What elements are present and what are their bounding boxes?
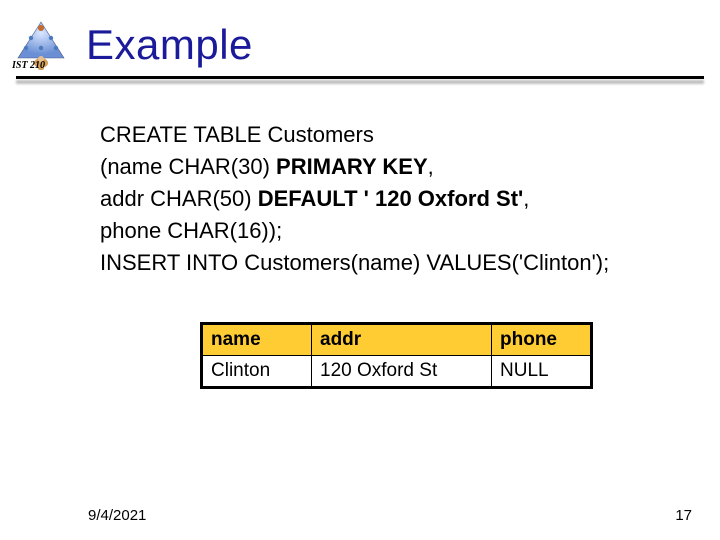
th-phone: phone [492,324,592,356]
result-table-wrap: name addr phone Clinton 120 Oxford St NU… [200,322,720,389]
td-addr: 120 Oxford St [312,356,492,388]
slide-title: Example [86,21,253,69]
sql-line-2a: (name CHAR(30) [100,154,276,179]
sql-line-3b: DEFAULT ' 120 Oxford St' [258,186,524,211]
sql-line-5: INSERT INTO Customers(name) VALUES('Clin… [100,247,720,279]
td-name: Clinton [202,356,312,388]
sql-line-1: CREATE TABLE Customers [100,119,720,151]
th-name: name [202,324,312,356]
table-row: Clinton 120 Oxford St NULL [202,356,592,388]
sql-line-2c: , [428,154,434,179]
title-rule [16,76,704,79]
slide-footer: 9/4/2021 17 [0,507,720,524]
sql-content: CREATE TABLE Customers (name CHAR(30) PR… [0,79,720,278]
sql-line-3: addr CHAR(50) DEFAULT ' 120 Oxford St', [100,183,720,215]
sql-line-3a: addr CHAR(50) [100,186,258,211]
table-header-row: name addr phone [202,324,592,356]
td-phone: NULL [492,356,592,388]
sql-line-2: (name CHAR(30) PRIMARY KEY, [100,151,720,183]
course-code: IST 210 [12,60,45,71]
footer-page: 17 [675,507,692,524]
th-addr: addr [312,324,492,356]
sql-line-2b: PRIMARY KEY [276,154,428,179]
footer-date: 9/4/2021 [88,507,146,524]
slide-header: Example [0,0,720,72]
sql-line-4: phone CHAR(16)); [100,215,720,247]
sql-line-3c: , [523,186,529,211]
result-table: name addr phone Clinton 120 Oxford St NU… [200,322,593,389]
